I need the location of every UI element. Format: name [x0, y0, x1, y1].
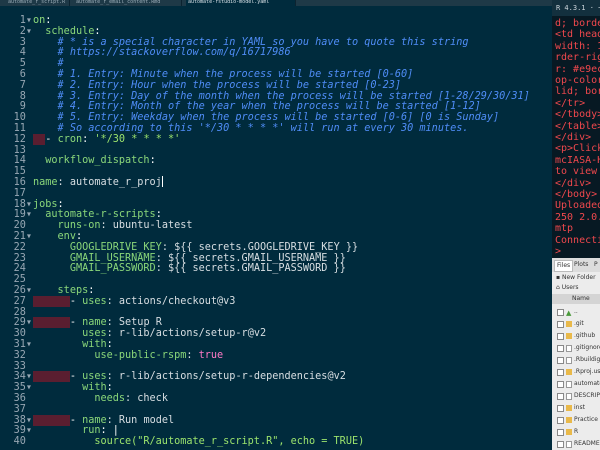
file-name[interactable]: automate: [574, 378, 600, 390]
console-output-line: 250 2.0.: [555, 211, 600, 223]
file-name[interactable]: R: [574, 426, 578, 438]
file-row[interactable]: ▲..: [552, 306, 600, 318]
file-name[interactable]: .git: [574, 318, 584, 330]
console-output-line: </div>: [555, 177, 592, 189]
file-icon: [566, 381, 572, 388]
code-text: source("R/automate_r_script.R", echo = T…: [33, 435, 364, 449]
files-pane-tab[interactable]: Plots: [574, 260, 588, 270]
file-checkbox[interactable]: [557, 309, 564, 316]
editor-tab-bar: automate_r_script.R automate_r_email_cont…: [0, 0, 552, 6]
console-output-line: rder-righ: [555, 52, 600, 64]
console-output-line: </table>: [555, 120, 600, 132]
file-checkbox[interactable]: [557, 369, 564, 376]
folder-icon: [566, 333, 572, 339]
console-output-line: >: [555, 246, 562, 257]
file-name[interactable]: .Rbuildignore: [574, 354, 600, 366]
code-editor[interactable]: 1▾ on: 2▾ schedule: 3 # * is a special char…: [0, 14, 552, 450]
file-row[interactable]: .gitignore: [552, 342, 600, 354]
file-row[interactable]: .Rproj.user: [552, 366, 600, 378]
file-icon: [566, 441, 572, 448]
file-row[interactable]: R: [552, 426, 600, 438]
file-row[interactable]: DESCRIPTION: [552, 390, 600, 402]
file-checkbox[interactable]: [557, 405, 564, 412]
file-row[interactable]: Practice: [552, 414, 600, 426]
file-checkbox[interactable]: [557, 393, 564, 400]
console-output-line: Connecti: [555, 234, 600, 246]
file-name[interactable]: DESCRIPTION: [574, 390, 600, 402]
file-checkbox[interactable]: [557, 357, 564, 364]
file-icon: [566, 393, 572, 400]
folder-icon: [566, 429, 572, 435]
console-output-line: r: #e9ec: [555, 63, 600, 75]
file-icon: [566, 357, 572, 364]
new-folder-button[interactable]: ▪ New Folder: [556, 274, 596, 281]
files-pane-tabs: Files Plots P: [552, 258, 600, 272]
console-output-line: width: 1: [555, 40, 600, 52]
folder-icon: [566, 417, 572, 423]
console-output-line: mcIASA-H: [555, 154, 600, 166]
name-column-header[interactable]: Name: [552, 294, 600, 304]
file-row[interactable]: inst: [552, 402, 600, 414]
code-line[interactable]: 40 source("R/automate_r_script.R", echo …: [0, 435, 552, 449]
console-output-line: </tr>: [555, 97, 586, 109]
folder-icon: [566, 321, 572, 327]
file-row[interactable]: README: [552, 438, 600, 450]
breadcrumb-label: Users: [561, 284, 579, 291]
code-token: source("R/automate_r_script.R", echo = T…: [94, 436, 365, 448]
file-checkbox[interactable]: [557, 321, 564, 328]
console-output-line: <p>Click: [555, 143, 600, 155]
file-name[interactable]: ..: [574, 306, 578, 318]
files-pane: Files Plots P ▪ New Folder ⌂ Users Name ▲.…: [552, 258, 600, 450]
console-output-line: op-color: [555, 75, 600, 86]
folder-plus-icon: ▪: [556, 274, 561, 281]
file-name[interactable]: .Rproj.user: [574, 366, 600, 378]
breadcrumb[interactable]: ⌂ Users: [556, 284, 579, 291]
console-output-line: Uploaded: [555, 200, 600, 212]
file-name[interactable]: .github: [574, 330, 595, 342]
console-output-line: </tbody>: [555, 109, 600, 121]
files-pane-tab[interactable]: P: [594, 260, 598, 270]
file-checkbox[interactable]: [557, 429, 564, 436]
console-output-line: </div>: [555, 132, 592, 143]
right-panel: R 4.3.1 · ~/ d; border<td headewidth: 1r…: [552, 0, 600, 450]
file-checkbox[interactable]: [557, 441, 564, 448]
home-icon: ⌂: [556, 284, 560, 291]
console-output-line: <td heade: [555, 29, 600, 41]
console-output-line: to view: [555, 166, 598, 178]
console-output-line: lid; bor: [555, 86, 600, 98]
file-row[interactable]: automate: [552, 378, 600, 390]
editor-tab[interactable]: automate-rstudio-model.yaml: [186, 0, 296, 6]
file-icon: [566, 345, 572, 352]
folder-icon: [566, 405, 572, 411]
file-checkbox[interactable]: [557, 381, 564, 388]
console-output-line: d; border: [555, 18, 600, 29]
file-checkbox[interactable]: [557, 333, 564, 340]
line-number: 40: [13, 436, 32, 448]
file-checkbox[interactable]: [557, 345, 564, 352]
console-header: R 4.3.1 · ~/: [552, 0, 600, 16]
console-output-line: </body>: [555, 189, 598, 200]
editor-tab[interactable]: automate_r_script.R: [6, 0, 70, 6]
file-name[interactable]: .gitignore: [574, 342, 600, 354]
console-output-line: mtp: [555, 223, 574, 235]
console-pane[interactable]: R 4.3.1 · ~/ d; border<td headewidth: 1r…: [552, 0, 600, 258]
file-name[interactable]: README: [574, 438, 600, 450]
text-cursor: [161, 176, 163, 187]
file-name[interactable]: inst: [574, 402, 585, 414]
files-pane-tab[interactable]: Files: [554, 260, 574, 272]
file-checkbox[interactable]: [557, 417, 564, 424]
file-row[interactable]: .github: [552, 330, 600, 342]
file-row[interactable]: .git: [552, 318, 600, 330]
editor-tab[interactable]: automate_r_email_content.Rmd: [74, 0, 182, 6]
folder-icon: [566, 369, 572, 375]
file-row[interactable]: .Rbuildignore: [552, 354, 600, 366]
file-name[interactable]: Practice: [574, 414, 598, 426]
new-folder-label: New Folder: [562, 274, 596, 281]
